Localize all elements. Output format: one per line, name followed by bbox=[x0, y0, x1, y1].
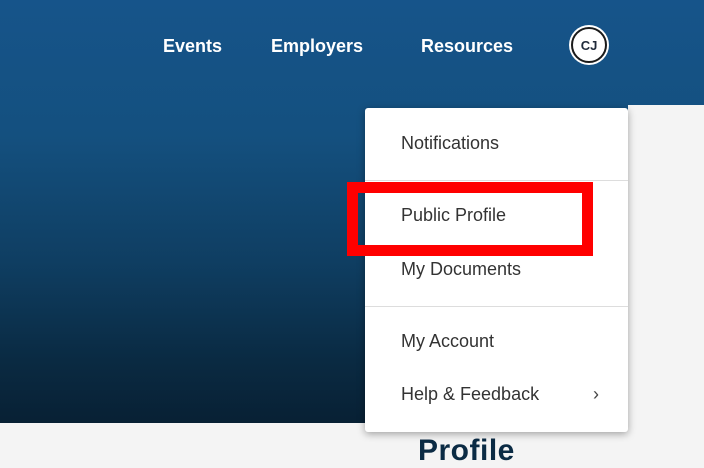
chevron-right-icon: › bbox=[593, 384, 599, 404]
menu-item-my-documents[interactable]: My Documents bbox=[401, 259, 521, 280]
avatar-initials: CJ bbox=[580, 37, 598, 53]
user-avatar-button[interactable]: CJ bbox=[571, 27, 607, 63]
menu-item-notifications[interactable]: Notifications bbox=[401, 133, 499, 154]
menu-divider bbox=[365, 306, 628, 307]
content-panel bbox=[628, 105, 704, 451]
nav-link-employers[interactable]: Employers bbox=[271, 36, 363, 57]
menu-item-public-profile[interactable]: Public Profile bbox=[401, 205, 506, 226]
menu-divider bbox=[365, 180, 628, 181]
menu-item-help-feedback[interactable]: Help & Feedback bbox=[401, 384, 539, 405]
menu-item-my-account[interactable]: My Account bbox=[401, 331, 494, 352]
nav-link-resources[interactable]: Resources bbox=[421, 36, 513, 57]
page-title: Profile bbox=[418, 434, 515, 467]
user-dropdown-menu: Notifications Public Profile My Document… bbox=[365, 108, 628, 432]
nav-link-events[interactable]: Events bbox=[163, 36, 222, 57]
